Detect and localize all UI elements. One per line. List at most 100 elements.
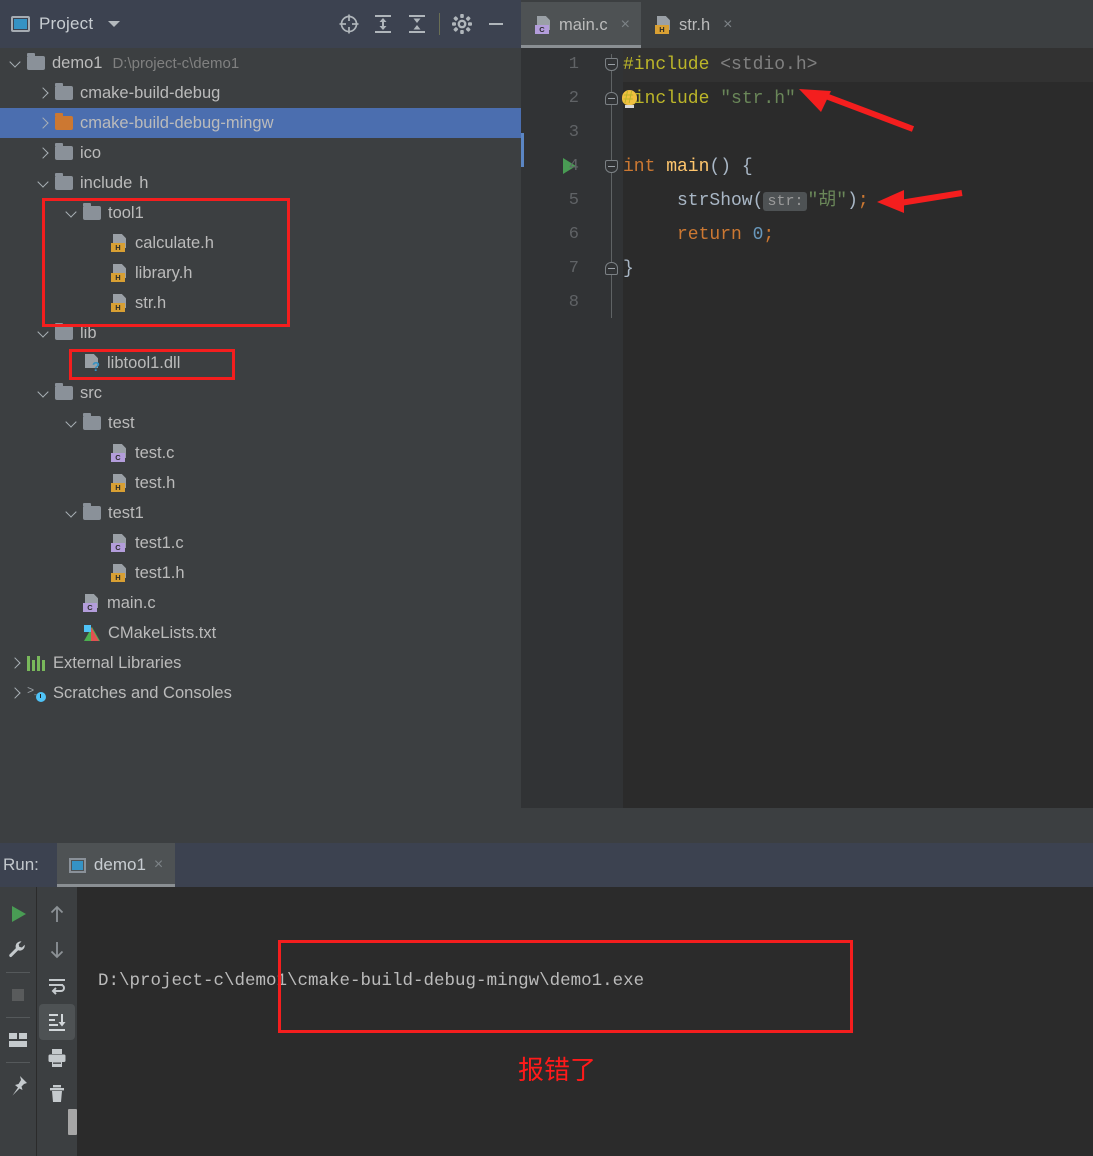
code-editor[interactable]: 1 2 3 4 5 6 7 8 #include <stdio.h> #incl…: [521, 48, 1093, 808]
tree-item-library-h[interactable]: Hlibrary.h: [0, 258, 521, 288]
fold-marker-line4[interactable]: [605, 160, 618, 173]
chevron-down-icon[interactable]: [36, 325, 52, 341]
tree-item-label: test1.c: [135, 533, 184, 552]
string-literal: "胡": [807, 191, 848, 211]
collapse-all-icon[interactable]: [400, 7, 434, 41]
code-text-area[interactable]: #include <stdio.h> #include "str.h" int …: [623, 48, 1093, 808]
stop-icon[interactable]: [0, 977, 36, 1013]
settings-gear-icon[interactable]: [445, 7, 479, 41]
tree-item-scratches-and-consoles[interactable]: >_ Scratches and Consoles: [0, 678, 521, 708]
tree-item-path: D:\project-c\demo1: [112, 54, 240, 72]
line-number: 5: [568, 191, 579, 210]
tree-item-test1-h[interactable]: Htest1.h: [0, 558, 521, 588]
tree-item-tool1[interactable]: tool1: [0, 198, 521, 228]
fold-marker-line1[interactable]: [605, 58, 618, 71]
close-icon[interactable]: ×: [154, 856, 163, 874]
run-icon[interactable]: [0, 896, 36, 932]
tree-item-main-c[interactable]: Cmain.c: [0, 588, 521, 618]
code-fold-bar[interactable]: [601, 48, 623, 808]
return-keyword: return: [677, 225, 742, 245]
tree-item-ico[interactable]: ico: [0, 138, 521, 168]
trash-icon[interactable]: [39, 1076, 75, 1112]
run-panel-label: Run:: [3, 855, 39, 874]
scratches-icon: >_: [27, 685, 46, 702]
fold-marker-line2[interactable]: [605, 92, 618, 105]
toolbar-divider: [6, 1017, 30, 1018]
chevron-right-icon[interactable]: [36, 145, 52, 161]
tree-item-libtool1-dll[interactable]: ? libtool1.dll: [0, 348, 521, 378]
file-unknown-icon: ?: [83, 354, 100, 373]
chevron-right-icon[interactable]: [36, 85, 52, 101]
scroll-to-end-icon[interactable]: [39, 1004, 75, 1040]
chevron-right-icon[interactable]: [36, 115, 52, 131]
locate-target-icon[interactable]: [332, 7, 366, 41]
soft-wrap-icon[interactable]: [39, 968, 75, 1004]
folder-icon: [55, 173, 73, 190]
hide-panel-icon[interactable]: [479, 7, 513, 41]
arrow-down-icon[interactable]: [39, 932, 75, 968]
chevron-right-icon[interactable]: [8, 655, 24, 671]
tree-item-suffix: h: [139, 173, 149, 192]
folder-icon: [55, 113, 73, 130]
tree-item-external-libraries[interactable]: External Libraries: [0, 648, 521, 678]
tree-item-cmake-build-debug-mingw[interactable]: cmake-build-debug-mingw: [0, 108, 521, 138]
tree-item-lib[interactable]: lib: [0, 318, 521, 348]
tree-item-label: calculate.h: [135, 233, 214, 252]
expand-all-icon[interactable]: [366, 7, 400, 41]
tab-main-c[interactable]: C main.c ×: [521, 2, 641, 48]
chevron-down-icon[interactable]: [64, 505, 80, 521]
line-number: 8: [568, 293, 579, 312]
chevron-down-icon[interactable]: [8, 55, 24, 71]
run-tab-demo1[interactable]: demo1 ×: [56, 843, 176, 887]
print-icon[interactable]: [39, 1040, 75, 1076]
tree-item-test-c[interactable]: Ctest.c: [0, 438, 521, 468]
tree-item-test-h[interactable]: Htest.h: [0, 468, 521, 498]
chevron-down-icon[interactable]: [64, 205, 80, 221]
close-icon[interactable]: ×: [723, 16, 732, 34]
code-line-5: strShow(str: "胡");: [623, 184, 869, 218]
parameter-hint: str:: [763, 192, 808, 211]
file-h-icon: H: [111, 264, 128, 282]
tab-str-h[interactable]: H str.h ×: [641, 2, 744, 48]
chevron-right-icon[interactable]: [8, 685, 24, 701]
arrow-up-icon[interactable]: [39, 896, 75, 932]
tree-item-label: ico: [80, 143, 102, 162]
run-console-output[interactable]: D:\project-c\demo1\cmake-build-debug-min…: [78, 887, 1093, 1156]
close-icon[interactable]: ×: [621, 16, 630, 34]
code-line-4: int main() {: [623, 150, 753, 184]
chevron-down-icon[interactable]: [108, 21, 121, 27]
pin-icon[interactable]: [0, 1067, 36, 1103]
file-h-icon: H: [111, 474, 128, 492]
tree-item-test1-c[interactable]: Ctest1.c: [0, 528, 521, 558]
folder-icon: [83, 203, 101, 220]
tree-item-calculate-h[interactable]: Hcalculate.h: [0, 228, 521, 258]
code-semicolon: ;: [857, 191, 869, 211]
tree-item-str-h[interactable]: Hstr.h: [0, 288, 521, 318]
tree-item-test1[interactable]: test1: [0, 498, 521, 528]
chevron-down-icon[interactable]: [64, 415, 80, 431]
layout-icon[interactable]: [0, 1022, 36, 1058]
tree-item-cmake-build-debug[interactable]: cmake-build-debug: [0, 78, 521, 108]
tree-item-cmakelists-txt[interactable]: CMakeLists.txt: [0, 618, 521, 648]
fold-marker-line7[interactable]: [605, 262, 618, 275]
run-config-icon: [68, 857, 86, 873]
code-line-1: #include <stdio.h>: [623, 48, 817, 82]
chevron-down-icon[interactable]: [36, 385, 52, 401]
console-scrollbar-thumb[interactable]: [68, 1109, 77, 1135]
editor-bottom-filler: [521, 808, 1093, 843]
tree-item-test[interactable]: test: [0, 408, 521, 438]
tree-item-src[interactable]: src: [0, 378, 521, 408]
project-title-group[interactable]: Project: [0, 14, 121, 34]
tree-item-label: str.h: [135, 293, 167, 312]
file-h-icon: H: [111, 234, 128, 252]
tree-item-include[interactable]: include h: [0, 168, 521, 198]
chevron-down-icon[interactable]: [36, 175, 52, 191]
project-tree[interactable]: demo1 D:\project-c\demo1 cmake-build-debug…: [0, 48, 521, 843]
tree-item-label: External Libraries: [53, 653, 182, 672]
wrench-icon[interactable]: [0, 932, 36, 968]
tree-item-demo1[interactable]: demo1 D:\project-c\demo1: [0, 48, 521, 78]
tree-item-label: library.h: [135, 263, 193, 282]
